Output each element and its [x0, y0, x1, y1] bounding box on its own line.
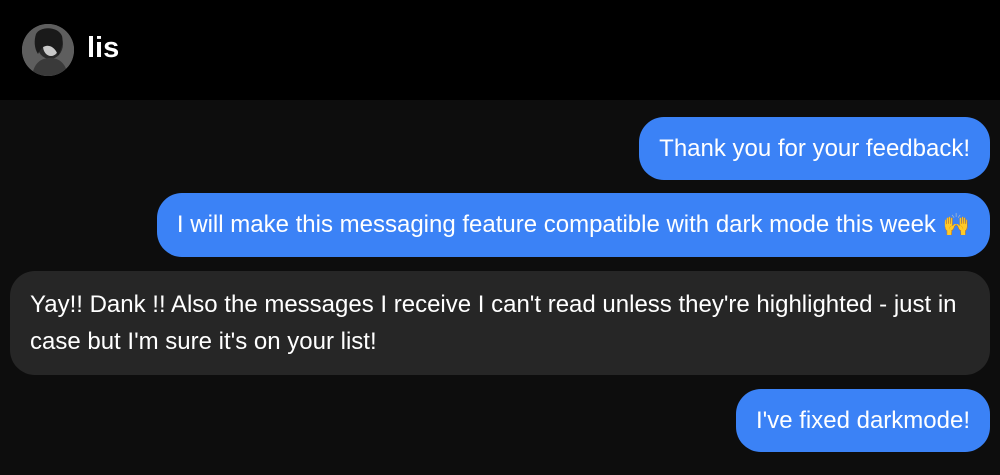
- raising-hands-emoji-icon: 🙌: [942, 212, 970, 237]
- chat-header: lis: [0, 0, 1000, 100]
- message-bubble-outgoing[interactable]: I've fixed darkmode!: [735, 389, 990, 452]
- message-bubble-incoming[interactable]: Yay!! Dank !! Also the messages I receiv…: [10, 271, 990, 375]
- message-bubble-outgoing[interactable]: Thank you for your feedback!: [639, 117, 990, 180]
- message-text: I will make this messaging feature compa…: [176, 211, 936, 238]
- message-text: Thank you for your feedback!: [659, 135, 970, 162]
- user-avatar-icon: [22, 24, 74, 76]
- message-text: Yay!! Dank !! Also the messages I receiv…: [30, 291, 957, 355]
- avatar[interactable]: [22, 24, 74, 76]
- message-bubble-outgoing[interactable]: I will make this messaging feature compa…: [156, 193, 990, 257]
- message-thread: Thank you for your feedback! I will make…: [0, 100, 1000, 475]
- message-text: I've fixed darkmode!: [755, 407, 970, 434]
- contact-name[interactable]: lis: [87, 30, 119, 66]
